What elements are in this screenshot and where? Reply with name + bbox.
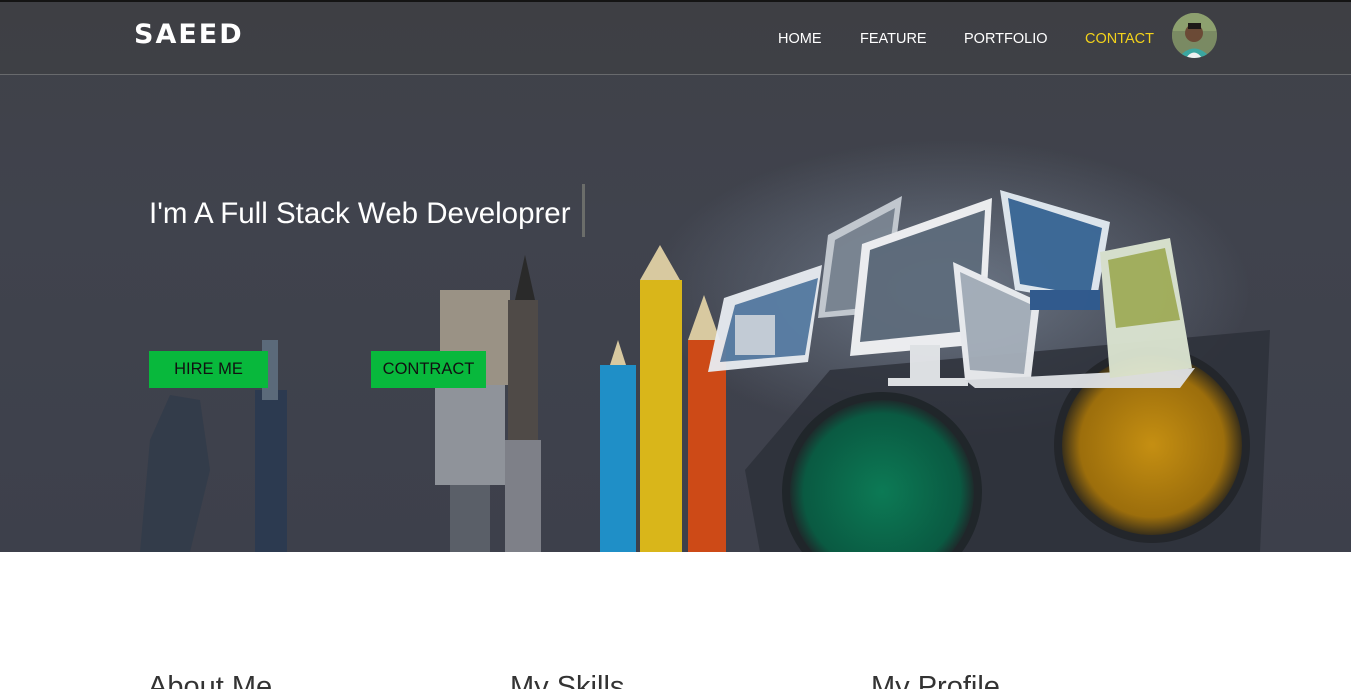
profile-photo-icon — [1172, 13, 1217, 58]
contract-button[interactable]: CONTRACT — [371, 351, 486, 388]
nav-item-contact[interactable]: CONTACT — [1085, 31, 1154, 47]
hero-headline: I'm A Full Stack Web Developrer — [149, 197, 571, 230]
avatar[interactable] — [1172, 13, 1217, 58]
top-navbar: SAEED HOME FEATURE PORTFOLIO CONTACT — [0, 0, 1351, 75]
hire-me-button[interactable]: HIRE ME — [149, 351, 268, 388]
nav-item-portfolio[interactable]: PORTFOLIO — [964, 31, 1048, 47]
typing-caret — [582, 184, 585, 237]
nav-item-home[interactable]: HOME — [778, 31, 822, 47]
about-me-heading: About Me — [148, 671, 273, 689]
nav-item-feature[interactable]: FEATURE — [860, 31, 927, 47]
hero-background-illustration — [140, 140, 1270, 552]
my-profile-heading: My Profile — [871, 671, 1000, 689]
hero-section: SAEED HOME FEATURE PORTFOLIO CONTACT I'm… — [0, 0, 1351, 552]
my-skills-heading: My Skills — [510, 671, 625, 689]
brand-logo[interactable]: SAEED — [134, 19, 244, 50]
